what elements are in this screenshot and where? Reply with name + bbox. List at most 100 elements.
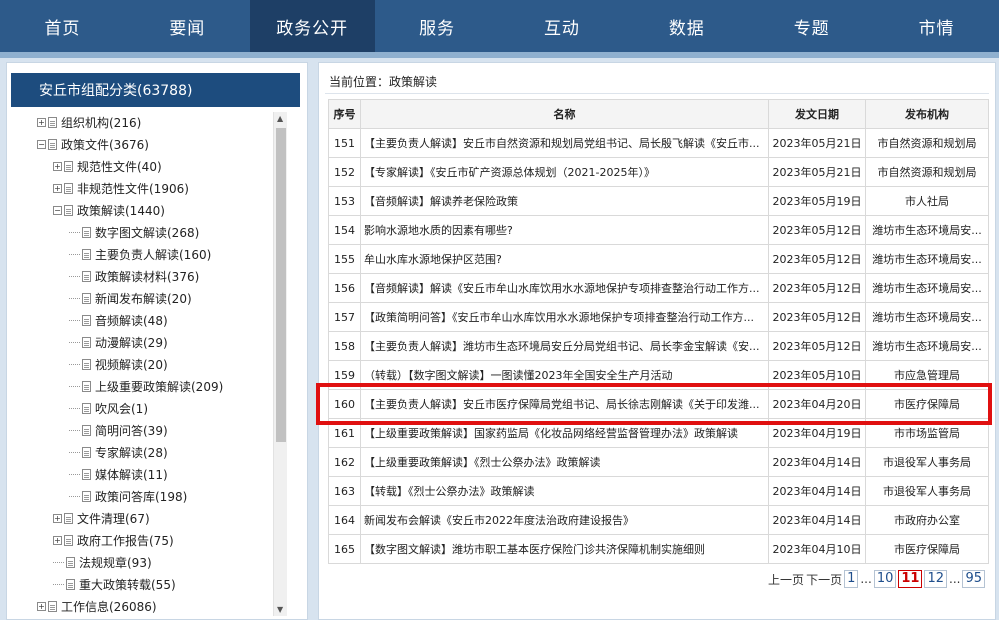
table-row[interactable]: 155 牟山水库水源地保护区范围? 2023年05月12日 潍坊市生态环境局安... bbox=[328, 244, 989, 274]
document-icon bbox=[82, 248, 91, 260]
table-row[interactable]: 161 【上级重要政策解读】国家药监局《化妆品网络经营监督管理办法》政策解读 202… bbox=[328, 418, 989, 448]
row-title-link[interactable]: 【专家解读】《安丘市矿产资源总体规划（2021-2025年）》 bbox=[360, 157, 769, 187]
row-title-link[interactable]: 【上级重要政策解读】《烈士公祭办法》政策解读 bbox=[360, 447, 769, 477]
row-org: 潍坊市生态环境局安... bbox=[865, 273, 989, 303]
scrollbar-thumb[interactable] bbox=[276, 128, 286, 442]
tree-node[interactable]: + 工作信息(26086) bbox=[37, 595, 157, 617]
table-row[interactable]: 165 【数字图文解读】潍坊市职工基本医疗保险门诊共济保障机制实施细则 2023年0… bbox=[328, 534, 989, 564]
row-title-link[interactable]: 牟山水库水源地保护区范围? bbox=[360, 244, 769, 274]
nav-item-0[interactable]: 首页 bbox=[0, 0, 125, 52]
tree-node[interactable]: − 政策解读(1440) bbox=[53, 199, 165, 221]
prev-page-link[interactable]: 上一页 bbox=[768, 571, 804, 588]
table-row[interactable]: 164 新闻发布会解读《安丘市2022年度法治政府建设报告》 2023年04月14日… bbox=[328, 505, 989, 535]
row-title-link[interactable]: 【政策简明问答】《安丘市牟山水库饮用水水源地保护专项排查整治行动工作方... bbox=[360, 302, 769, 332]
tree-node[interactable]: 音频解读(48) bbox=[69, 309, 168, 331]
tree-node-label: 媒体解读(11) bbox=[95, 467, 168, 482]
tree-node[interactable]: 重大政策转载(55) bbox=[53, 573, 176, 595]
expand-icon[interactable]: + bbox=[53, 535, 62, 545]
collapse-icon[interactable]: − bbox=[37, 139, 46, 149]
nav-item-6[interactable]: 专题 bbox=[749, 0, 874, 52]
page-link[interactable]: 11 bbox=[898, 570, 923, 588]
collapse-icon[interactable]: − bbox=[53, 205, 62, 215]
breadcrumb: 当前位置：政策解读 bbox=[329, 75, 438, 89]
row-title-link[interactable]: 【数字图文解读】潍坊市职工基本医疗保险门诊共济保障机制实施细则 bbox=[360, 534, 769, 564]
tree-node[interactable]: 简明问答(39) bbox=[69, 419, 168, 441]
table-row[interactable]: 158 【主要负责人解读】潍坊市生态环境局安丘分局党组书记、局长李金宝解读《安..… bbox=[328, 331, 989, 361]
table-row[interactable]: 157 【政策简明问答】《安丘市牟山水库饮用水水源地保护专项排查整治行动工作方..… bbox=[328, 302, 989, 332]
tree-node[interactable]: 政策问答库(198) bbox=[69, 485, 187, 507]
tree-node[interactable]: 法规规章(93) bbox=[53, 551, 152, 573]
page-link[interactable]: 12 bbox=[924, 570, 947, 588]
table-row[interactable]: 156 【音频解读】解读《安丘市牟山水库饮用水水源地保护专项排查整治行动工作方..… bbox=[328, 273, 989, 303]
scroll-up-icon[interactable]: ▲ bbox=[277, 114, 283, 123]
tree-node-label: 规范性文件(40) bbox=[77, 159, 162, 174]
tree-connector bbox=[69, 319, 80, 321]
table-row[interactable]: 152 【专家解读】《安丘市矿产资源总体规划（2021-2025年）》 2023年0… bbox=[328, 157, 989, 187]
tree-connector bbox=[69, 451, 80, 453]
nav-item-7[interactable]: 市情 bbox=[874, 0, 999, 52]
table-row[interactable]: 159 （转载）【数字图文解读】一图读懂2023年全国安全生产月活动 2023年05… bbox=[328, 360, 989, 390]
table-row[interactable]: 163 【转载】《烈士公祭办法》政策解读 2023年04月14日 市退役军人事务局 bbox=[328, 476, 989, 506]
tree-node[interactable]: 新闻发布解读(20) bbox=[69, 287, 192, 309]
nav-item-4[interactable]: 互动 bbox=[500, 0, 625, 52]
expand-icon[interactable]: + bbox=[37, 601, 46, 611]
tree-node[interactable]: + 文件清理(67) bbox=[53, 507, 150, 529]
tree-node[interactable]: 动漫解读(29) bbox=[69, 331, 168, 353]
nav-item-2[interactable]: 政务公开 bbox=[249, 0, 375, 52]
next-page-link[interactable]: 下一页 bbox=[806, 571, 842, 588]
tree-node[interactable]: + 组织机构(216) bbox=[37, 111, 141, 133]
row-title-link[interactable]: 【上级重要政策解读】国家药监局《化妆品网络经营监督管理办法》政策解读 bbox=[360, 418, 769, 448]
row-date: 2023年04月14日 bbox=[768, 447, 866, 477]
tree-node[interactable]: + 非规范性文件(1906) bbox=[53, 177, 189, 199]
row-title-link[interactable]: （转载）【数字图文解读】一图读懂2023年全国安全生产月活动 bbox=[360, 360, 769, 390]
tree-node[interactable]: 主要负责人解读(160) bbox=[69, 243, 211, 265]
table-row[interactable]: 153 【音频解读】解读养老保险政策 2023年05月19日 市人社局 bbox=[328, 186, 989, 216]
table-row[interactable]: 160 【主要负责人解读】安丘市医疗保障局党组书记、局长徐志刚解读《关于印发潍..… bbox=[328, 389, 989, 419]
expand-icon[interactable]: + bbox=[53, 161, 62, 171]
tree-node[interactable]: + 政府工作报告(75) bbox=[53, 529, 174, 551]
scroll-down-icon[interactable]: ▼ bbox=[277, 605, 283, 614]
document-icon bbox=[82, 446, 91, 458]
document-icon bbox=[66, 578, 75, 590]
row-title-link[interactable]: 【主要负责人解读】安丘市自然资源和规划局党组书记、局长殷飞解读《安丘市... bbox=[360, 128, 769, 158]
tree-node[interactable]: 视频解读(20) bbox=[69, 353, 168, 375]
document-icon bbox=[64, 512, 73, 524]
nav-item-1[interactable]: 要闻 bbox=[125, 0, 250, 52]
tree-node[interactable]: 专家解读(28) bbox=[69, 441, 168, 463]
column-header-org: 发布机构 bbox=[865, 99, 989, 129]
document-icon bbox=[66, 556, 75, 568]
tree-node[interactable]: + 规范性文件(40) bbox=[53, 155, 162, 177]
document-icon bbox=[82, 314, 91, 326]
tree-scrollbar[interactable]: ▲ ▼ bbox=[273, 112, 287, 616]
row-title-link[interactable]: 【主要负责人解读】潍坊市生态环境局安丘分局党组书记、局长李金宝解读《安... bbox=[360, 331, 769, 361]
row-title-link[interactable]: 影响水源地水质的因素有哪些? bbox=[360, 215, 769, 245]
tree-node[interactable]: 吹风会(1) bbox=[69, 397, 148, 419]
table-row[interactable]: 151 【主要负责人解读】安丘市自然资源和规划局党组书记、局长殷飞解读《安丘市..… bbox=[328, 128, 989, 158]
row-title-link[interactable]: 【音频解读】解读养老保险政策 bbox=[360, 186, 769, 216]
page-link[interactable]: 1 bbox=[844, 570, 859, 588]
tree-node-label: 上级重要政策解读(209) bbox=[95, 379, 224, 394]
tree-node[interactable]: 数字图文解读(268) bbox=[69, 221, 199, 243]
tree-node[interactable]: 政策解读材料(376) bbox=[69, 265, 199, 287]
page-link[interactable]: 95 bbox=[962, 570, 985, 588]
tree-node[interactable]: − 政策文件(3676) bbox=[37, 133, 149, 155]
row-title-link[interactable]: 【主要负责人解读】安丘市医疗保障局党组书记、局长徐志刚解读《关于印发潍... bbox=[360, 389, 769, 419]
nav-item-5[interactable]: 数据 bbox=[624, 0, 749, 52]
expand-icon[interactable]: + bbox=[53, 513, 62, 523]
tree-connector bbox=[69, 473, 80, 475]
table-row[interactable]: 154 影响水源地水质的因素有哪些? 2023年05月12日 潍坊市生态环境局安... bbox=[328, 215, 989, 245]
expand-icon[interactable]: + bbox=[37, 117, 46, 127]
row-title-link[interactable]: 【转载】《烈士公祭办法》政策解读 bbox=[360, 476, 769, 506]
tree-connector bbox=[69, 341, 80, 343]
table-row[interactable]: 162 【上级重要政策解读】《烈士公祭办法》政策解读 2023年04月14日 市退役军… bbox=[328, 447, 989, 477]
row-title-link[interactable]: 新闻发布会解读《安丘市2022年度法治政府建设报告》 bbox=[360, 505, 769, 535]
tree-node[interactable]: 上级重要政策解读(209) bbox=[69, 375, 223, 397]
page-link[interactable]: 10 bbox=[873, 570, 897, 588]
tree-node[interactable]: 媒体解读(11) bbox=[69, 463, 168, 485]
nav-item-3[interactable]: 服务 bbox=[375, 0, 500, 52]
document-icon bbox=[48, 116, 57, 128]
row-number: 154 bbox=[328, 215, 361, 245]
expand-icon[interactable]: + bbox=[53, 183, 62, 193]
document-icon bbox=[82, 424, 91, 436]
row-title-link[interactable]: 【音频解读】解读《安丘市牟山水库饮用水水源地保护专项排查整治行动工作方... bbox=[360, 273, 769, 303]
